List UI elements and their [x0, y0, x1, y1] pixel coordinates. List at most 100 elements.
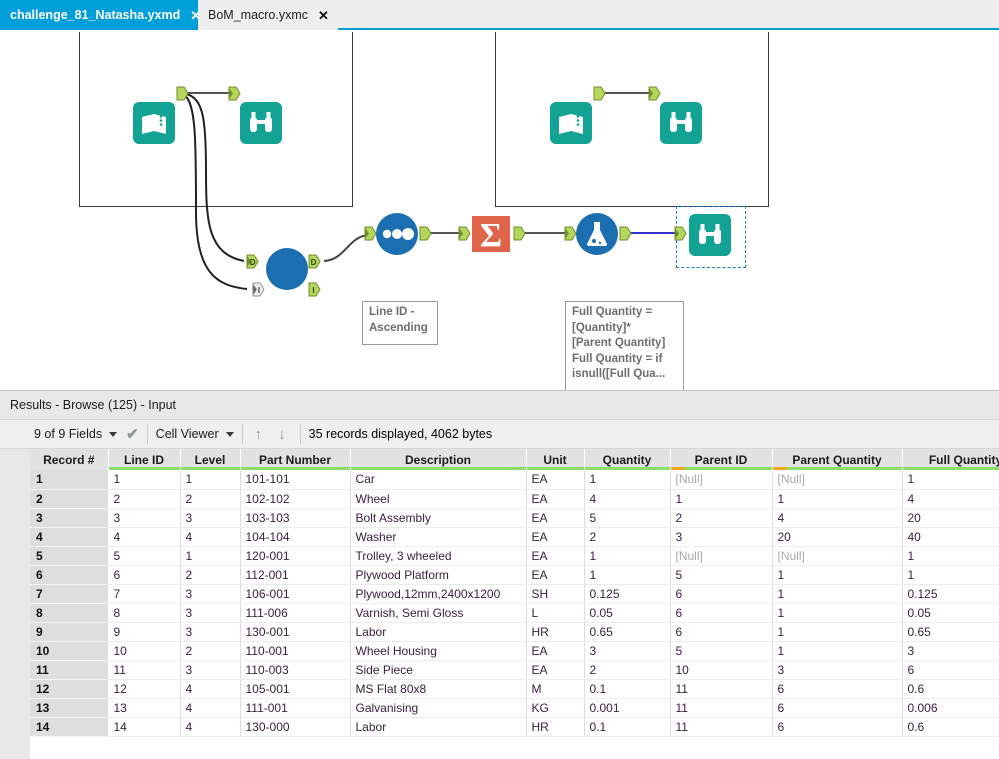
table-cell[interactable]: 111-001 — [240, 698, 351, 718]
table-row[interactable]: 7 7 3 106-001 Plywood,12mm,2400x1200 SH 0.125 6… — [30, 584, 999, 604]
table-cell[interactable]: [Null] — [670, 470, 773, 490]
table-cell[interactable]: 6 — [772, 679, 903, 699]
table-cell[interactable]: 4 — [180, 679, 241, 699]
table-cell[interactable]: Car — [350, 470, 527, 490]
table-cell[interactable]: Plywood,12mm,2400x1200 — [350, 584, 527, 604]
macro-output-port-d-icon[interactable]: D — [308, 254, 321, 269]
table-cell[interactable]: 0.05 — [584, 603, 671, 623]
table-cell[interactable]: SH — [526, 584, 585, 604]
table-row[interactable]: 9 9 3 130-001 Labor HR 0.65 6 1 0.65 — [30, 622, 999, 642]
table-cell[interactable]: 130-000 — [240, 717, 351, 737]
column-header-parent-id[interactable]: Parent ID — [670, 449, 773, 470]
record-number-cell[interactable]: 10 — [30, 641, 109, 661]
tool-bom-macro[interactable] — [265, 247, 309, 291]
table-cell[interactable]: HR — [526, 717, 585, 737]
table-cell[interactable]: 4 — [772, 508, 903, 528]
tool-browse-final[interactable] — [688, 213, 732, 257]
chevron-down-icon[interactable] — [109, 431, 118, 437]
tool-sort[interactable] — [375, 212, 419, 256]
table-cell[interactable]: 106-001 — [240, 584, 351, 604]
table-cell[interactable]: EA — [526, 508, 585, 528]
table-cell[interactable]: 0.1 — [584, 717, 671, 737]
record-number-cell[interactable]: 11 — [30, 660, 109, 680]
table-cell[interactable]: KG — [526, 698, 585, 718]
table-cell[interactable]: 3 — [180, 603, 241, 623]
table-cell[interactable]: 0.65 — [902, 622, 999, 642]
table-cell[interactable]: 1 — [772, 622, 903, 642]
record-number-cell[interactable]: 6 — [30, 565, 109, 585]
table-cell[interactable]: 4 — [180, 698, 241, 718]
table-row[interactable]: 3 3 3 103-103 Bolt Assembly EA 5 2 4 20 — [30, 508, 999, 528]
record-number-cell[interactable]: 9 — [30, 622, 109, 642]
table-cell[interactable]: 0.6 — [902, 679, 999, 699]
column-header-description[interactable]: Description — [350, 449, 527, 470]
table-cell[interactable]: 110-001 — [240, 641, 351, 661]
table-cell[interactable]: 7 — [108, 584, 181, 604]
table-cell[interactable]: 6 — [670, 622, 773, 642]
table-cell[interactable]: 5 — [670, 641, 773, 661]
table-cell[interactable]: 6 — [902, 660, 999, 680]
workflow-canvas[interactable]: D I D I Line ID - Ascending Σ Full Quant… — [0, 32, 999, 390]
column-header-full-quantity[interactable]: Full Quantity — [902, 449, 999, 470]
table-row[interactable]: 11 11 3 110-003 Side Piece EA 2 10 3 6 — [30, 660, 999, 680]
table-cell[interactable]: 1 — [670, 489, 773, 509]
table-cell[interactable]: 2 — [584, 660, 671, 680]
output-port-icon[interactable] — [593, 86, 606, 101]
table-cell[interactable]: L — [526, 603, 585, 623]
sort-output-port-icon[interactable] — [419, 226, 432, 241]
table-row[interactable]: 12 12 4 105-001 MS Flat 80x8 M 0.1 11 6 0.6 — [30, 679, 999, 699]
table-cell[interactable]: 3 — [180, 508, 241, 528]
table-cell[interactable]: 5 — [584, 508, 671, 528]
input-port-icon[interactable] — [228, 86, 241, 101]
table-cell[interactable]: Labor — [350, 717, 527, 737]
table-cell[interactable]: EA — [526, 489, 585, 509]
table-cell[interactable]: 6 — [108, 565, 181, 585]
macro-input-port-d-icon[interactable]: D — [246, 254, 259, 269]
table-cell[interactable]: 14 — [108, 717, 181, 737]
chevron-down-icon[interactable] — [225, 431, 234, 437]
table-cell[interactable]: 111-006 — [240, 603, 351, 623]
column-header-level[interactable]: Level — [180, 449, 241, 470]
table-cell[interactable]: 0.1 — [584, 679, 671, 699]
table-cell[interactable]: EA — [526, 641, 585, 661]
table-row[interactable]: 5 5 1 120-001 Trolley, 3 wheeled EA 1 [Null] [Nu… — [30, 546, 999, 566]
table-cell[interactable]: Varnish, Semi Gloss — [350, 603, 527, 623]
table-cell[interactable]: 6 — [670, 584, 773, 604]
record-number-cell[interactable]: 4 — [30, 527, 109, 547]
table-cell[interactable]: M — [526, 679, 585, 699]
table-cell[interactable]: 3 — [584, 641, 671, 661]
tab-challenge-81-natasha[interactable]: challenge_81_Natasha.yxmd ✕ — [0, 0, 211, 30]
table-cell[interactable]: Labor — [350, 622, 527, 642]
table-cell[interactable]: 1 — [772, 641, 903, 661]
tool-browse-left[interactable] — [239, 101, 283, 145]
cell-viewer-selector[interactable]: Cell Viewer — [156, 419, 234, 449]
record-number-cell[interactable]: 14 — [30, 717, 109, 737]
table-cell[interactable]: 2 — [108, 489, 181, 509]
table-cell[interactable]: 10 — [108, 641, 181, 661]
table-cell[interactable]: 10 — [670, 660, 773, 680]
column-header-part-number[interactable]: Part Number — [240, 449, 351, 470]
table-cell[interactable]: 3 — [180, 622, 241, 642]
table-cell[interactable]: 8 — [108, 603, 181, 623]
table-cell[interactable]: MS Flat 80x8 — [350, 679, 527, 699]
tool-formula[interactable] — [575, 212, 619, 256]
tool-text-input-right[interactable] — [549, 101, 593, 145]
table-cell[interactable]: 1 — [180, 470, 241, 490]
table-cell[interactable]: 4 — [108, 527, 181, 547]
table-cell[interactable]: 11 — [670, 679, 773, 699]
table-cell[interactable]: 1 — [902, 546, 999, 566]
table-cell[interactable]: 0.006 — [902, 698, 999, 718]
column-header-record[interactable]: Record # — [30, 449, 109, 470]
table-cell[interactable]: [Null] — [772, 470, 903, 490]
table-cell[interactable]: 5 — [108, 546, 181, 566]
table-cell[interactable]: 2 — [180, 489, 241, 509]
browse-input-port-icon[interactable] — [674, 226, 687, 241]
annotation-formula[interactable]: Full Quantity = [Quantity]* [Parent Quan… — [565, 301, 684, 390]
table-cell[interactable]: 6 — [772, 698, 903, 718]
table-row[interactable]: 14 14 4 130-000 Labor HR 0.1 11 6 0.6 — [30, 717, 999, 737]
formula-output-port-icon[interactable] — [619, 226, 632, 241]
table-cell[interactable]: 0.125 — [902, 584, 999, 604]
table-cell[interactable]: 102-102 — [240, 489, 351, 509]
table-cell[interactable]: 0.125 — [584, 584, 671, 604]
table-cell[interactable]: 112-001 — [240, 565, 351, 585]
